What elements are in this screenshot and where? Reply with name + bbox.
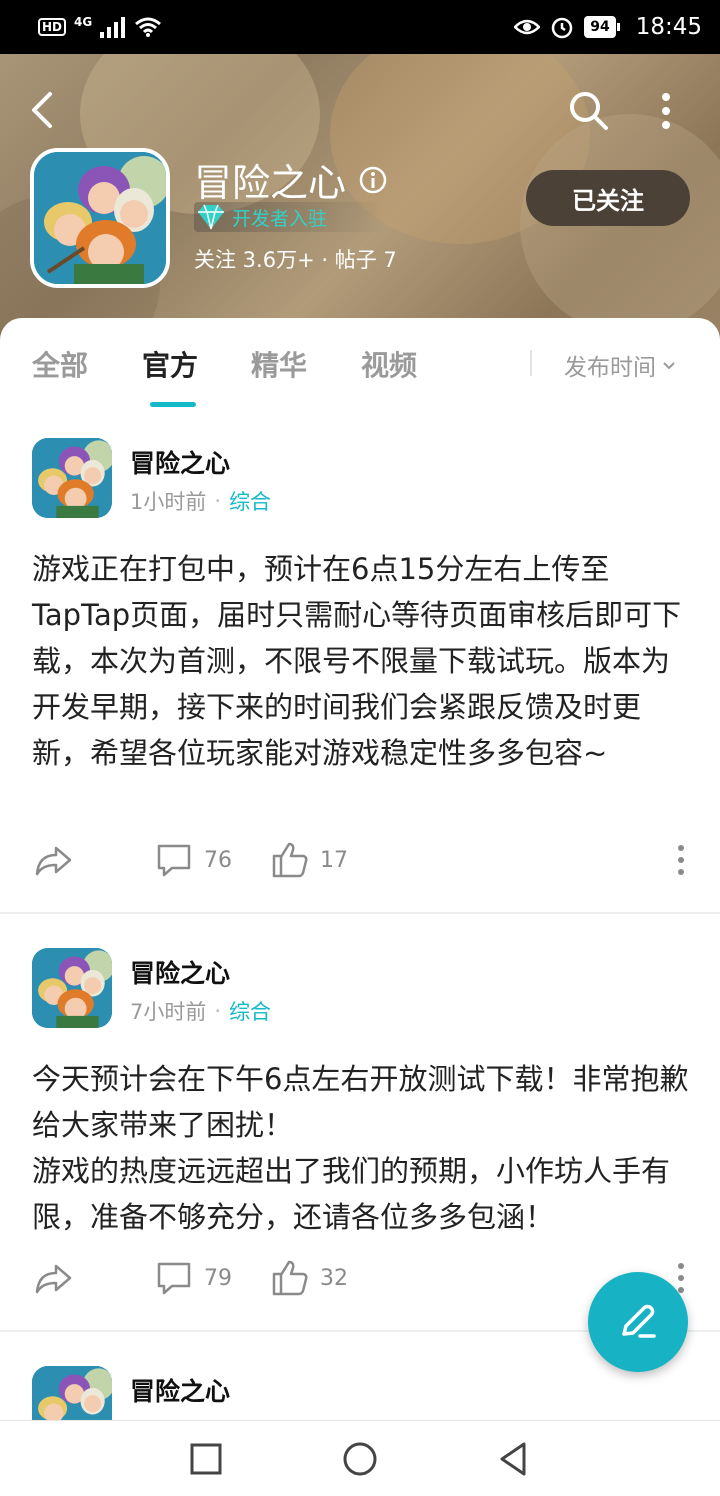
app-icon [30,148,170,288]
post-meta: 1小时前 · 综合 [130,486,271,516]
like-icon [272,1260,308,1296]
post-time: 1小时前 [130,490,207,514]
nav-circle-icon[interactable] [340,1439,380,1479]
share-icon [35,846,72,876]
app-header: 冒险之心 开发者入驻 关注 3.6万+ · 帖子 7 已关注 [0,54,720,344]
tab-featured[interactable]: 精华 [251,344,307,384]
compose-post-button[interactable] [588,1272,688,1372]
follower-post-stats: 关注 3.6万+ · 帖子 7 [194,248,397,272]
signal-icon [100,17,126,38]
tab-active-indicator [150,402,196,407]
share-button[interactable] [34,840,74,880]
system-nav-bar [0,1420,720,1496]
post-author[interactable]: 冒险之心 [130,1372,230,1408]
post-author[interactable]: 冒险之心 [130,444,230,480]
like-button[interactable]: 17 [270,840,348,880]
post-body[interactable]: 游戏正在打包中，预计在6点15分左右上传至TapTap页面，届时只需耐心等待页面… [32,546,692,776]
meta-separator: · [214,489,222,513]
like-icon [272,842,308,878]
post-card[interactable]: 冒险之心 [0,1366,720,1420]
like-count: 17 [320,847,348,873]
edit-icon [622,1304,656,1338]
nav-triangle-icon[interactable] [494,1439,534,1479]
post-card[interactable]: 冒险之心 1小时前 · 综合 游戏正在打包中，预计在6点15分左右上传至TapT… [0,438,720,918]
battery-indicator: 94 [584,16,620,38]
comment-icon [157,844,191,877]
post-author[interactable]: 冒险之心 [130,954,230,990]
comment-button[interactable]: 76 [154,840,232,880]
comment-count: 76 [204,847,232,873]
tab-video[interactable]: 视频 [361,344,417,384]
post-card[interactable]: 冒险之心 7小时前 · 综合 今天预计会在下午6点左右开放测试下载！非常抱歉给大… [0,948,720,1328]
wifi-icon [135,17,162,37]
clock: 18:45 [635,14,702,40]
tab-bar: 全部 官方 精华 视频 发布时间 [0,318,720,408]
back-icon[interactable] [22,88,66,132]
alarm-icon [551,17,573,39]
like-button[interactable]: 32 [270,1258,348,1298]
follow-button[interactable]: 已关注 [526,170,690,226]
avatar[interactable] [32,438,112,518]
diamond-icon [198,204,224,230]
more-icon[interactable] [648,88,684,134]
status-bar: HD 4G 94 18:45 [0,0,720,54]
developer-badge[interactable]: 开发者入驻 [194,202,388,232]
avatar[interactable] [32,948,112,1028]
info-icon[interactable] [358,165,388,195]
post-more-icon[interactable] [666,840,696,880]
avatar[interactable] [32,1366,112,1420]
post-divider [0,912,720,914]
post-body[interactable]: 今天预计会在下午6点左右开放测试下载！非常抱歉给大家带来了困扰！ 游戏的热度远远… [32,1056,692,1240]
post-category[interactable]: 综合 [229,486,271,516]
network-label: 4G [74,15,93,29]
tab-divider [530,350,532,376]
like-count: 32 [320,1265,348,1291]
eye-icon [514,19,541,35]
tab-official[interactable]: 官方 [142,344,198,384]
comment-icon [157,1262,191,1295]
sort-dropdown[interactable]: 发布时间 [564,348,676,382]
post-category[interactable]: 综合 [229,996,271,1026]
nav-square-icon[interactable] [186,1439,226,1479]
comment-count: 79 [204,1265,232,1291]
app-name: 冒险之心 [194,152,388,207]
post-time: 7小时前 [130,1000,207,1024]
chevron-down-icon [663,362,675,370]
share-icon [35,1264,72,1294]
tab-all[interactable]: 全部 [32,344,88,384]
hd-indicator: HD [38,18,67,36]
content-panel: 全部 官方 精华 视频 发布时间 冒险之心 1小时前 · 综合 游戏正在打包中，… [0,318,720,1420]
comment-button[interactable]: 79 [154,1258,232,1298]
post-meta: 7小时前 · 综合 [130,996,271,1026]
search-icon[interactable] [566,88,612,134]
post-actions: 76 17 [0,840,720,890]
meta-separator: · [214,999,222,1023]
share-button[interactable] [34,1258,74,1298]
